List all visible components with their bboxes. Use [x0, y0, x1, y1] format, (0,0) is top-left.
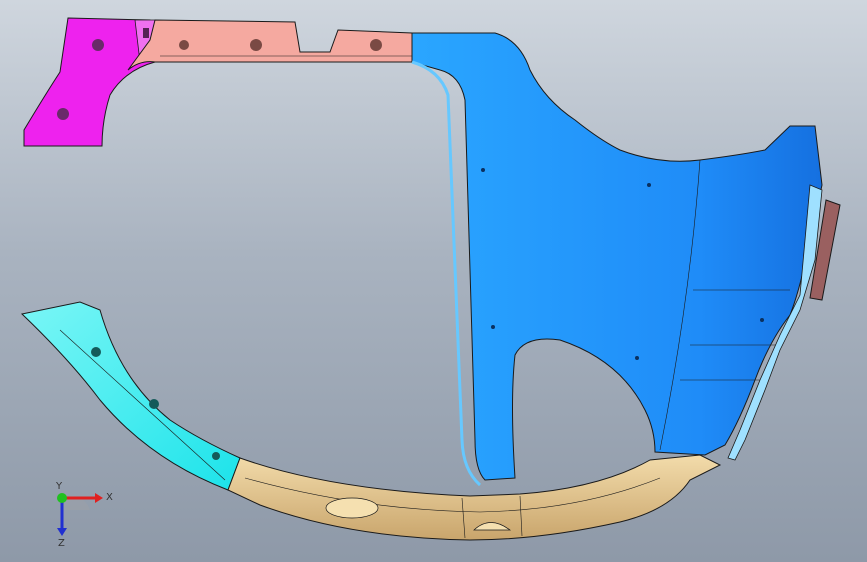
mount-hole-icon [179, 40, 189, 50]
mount-hole-icon [250, 39, 262, 51]
mount-hole-icon [91, 347, 101, 357]
coordinate-triad: X Y Z [55, 481, 113, 548]
clip-icon [143, 28, 149, 38]
pink-rail[interactable] [127, 19, 413, 71]
cyan-panel[interactable] [20, 301, 241, 491]
mount-hole-icon [370, 39, 382, 51]
tan-sill[interactable] [227, 454, 722, 541]
x-axis-label: X [106, 492, 113, 503]
mount-hole-icon [92, 39, 104, 51]
mount-hole-icon [57, 108, 69, 120]
z-axis-label: Z [58, 538, 65, 548]
magenta-panel[interactable] [23, 17, 161, 147]
graphics-viewport[interactable]: X Y Z [0, 0, 867, 562]
blue-panel[interactable] [411, 32, 823, 487]
y-axis-label: Y [55, 481, 63, 492]
mount-hole-icon [149, 399, 159, 409]
mount-hole-icon [212, 452, 220, 460]
y-axis-dot [57, 493, 67, 503]
cad-model[interactable] [0, 0, 867, 562]
